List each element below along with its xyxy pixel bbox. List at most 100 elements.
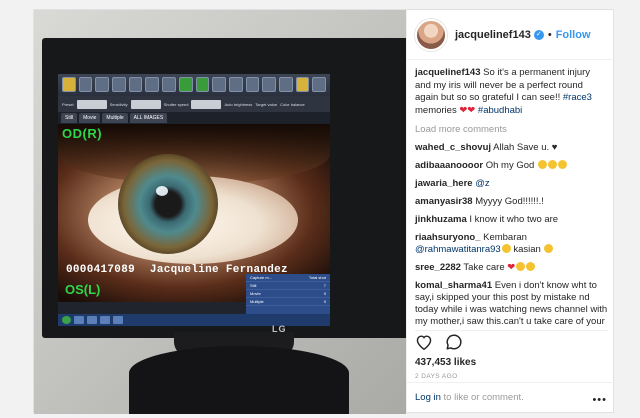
sad-emoji-icon bbox=[501, 244, 511, 253]
comment-username[interactable]: jawaria_here bbox=[415, 178, 473, 189]
hashtag-link[interactable]: #abudhabi bbox=[478, 105, 522, 116]
target-value-label: Target value bbox=[255, 101, 278, 107]
load-more-comments[interactable]: Load more comments bbox=[415, 124, 608, 135]
separator-dot: • bbox=[547, 28, 552, 41]
glare bbox=[156, 186, 168, 196]
heart-icon bbox=[416, 335, 432, 351]
comment-text: kasian bbox=[510, 244, 544, 255]
comment-text: Take care bbox=[460, 262, 508, 273]
shutter-field bbox=[191, 99, 222, 109]
caption-text: memories bbox=[415, 104, 460, 116]
comment: amanyasir38 Myyyy God!!!!!!.! bbox=[415, 196, 608, 208]
od-label: OD(R) bbox=[62, 126, 103, 141]
comment: sree_2282 Take care ❤ bbox=[415, 262, 608, 274]
windows-taskbar bbox=[58, 314, 330, 326]
heart-emoji-icon: ❤❤ bbox=[459, 104, 476, 116]
zoom-out-icon bbox=[262, 77, 276, 92]
taskbar-app-icon bbox=[100, 316, 110, 324]
post-photo[interactable]: Preset Sensitivity Shutter speed Auto br… bbox=[34, 10, 406, 414]
tab-movie: Movie bbox=[79, 113, 101, 123]
comment-username[interactable]: komal_sharma41 bbox=[415, 280, 492, 291]
login-prompt: Log in to like or comment. bbox=[407, 382, 616, 414]
comment-username[interactable]: wahed_c_shovuj bbox=[415, 142, 491, 153]
rotate-icon bbox=[212, 77, 226, 92]
comment-text: Allah Save u. ♥ bbox=[491, 142, 558, 153]
crying-emoji-icon bbox=[547, 160, 557, 169]
post-header: jacquelinef143 ✓ • Follow bbox=[407, 10, 615, 60]
post-frame: Preset Sensitivity Shutter speed Auto br… bbox=[33, 9, 616, 414]
start-icon bbox=[62, 316, 71, 324]
auto-brightness-label: Auto brightness bbox=[224, 101, 253, 107]
taskbar-app-icon bbox=[87, 316, 97, 324]
crying-emoji-icon bbox=[526, 262, 536, 271]
hashtag-link[interactable]: #race3 bbox=[563, 92, 592, 103]
like-button[interactable] bbox=[415, 334, 433, 355]
image-tabs: Still Movie Multiple ALL IMAGES bbox=[58, 112, 330, 124]
tab-all-images: ALL IMAGES bbox=[129, 113, 168, 123]
save-icon bbox=[112, 77, 126, 92]
crying-emoji-icon bbox=[557, 160, 567, 169]
comments-list[interactable]: jacquelinef143 So it's a permanent injur… bbox=[407, 61, 616, 329]
taskbar-app-icon bbox=[113, 316, 123, 324]
comment-username[interactable]: jinkhuzama bbox=[415, 214, 467, 225]
preset-label: Preset bbox=[62, 101, 74, 107]
verified-icon: ✓ bbox=[533, 29, 544, 40]
comment-username[interactable]: sree_2282 bbox=[415, 262, 461, 273]
tab-still: Still bbox=[61, 113, 78, 123]
comment: jinkhuzama I know it who two are bbox=[415, 214, 608, 226]
caption-username[interactable]: jacquelinef143 bbox=[415, 67, 480, 78]
monitor-base bbox=[129, 346, 349, 414]
avatar[interactable] bbox=[415, 18, 447, 51]
comment-text: I know it who two are bbox=[466, 214, 559, 225]
sad-emoji-icon bbox=[544, 244, 554, 253]
header-username[interactable]: jacquelinef143 bbox=[455, 29, 531, 41]
comment-username[interactable]: amanyasir38 bbox=[415, 196, 473, 207]
grid-icon bbox=[278, 77, 293, 92]
crying-emoji-icon bbox=[516, 262, 526, 271]
color-balance-label: Color balance bbox=[280, 101, 305, 107]
post-timestamp: 2 DAYS AGO bbox=[415, 373, 458, 380]
comment: jawaria_here @z bbox=[415, 178, 608, 190]
print-icon bbox=[78, 77, 93, 92]
preset-field bbox=[76, 99, 107, 109]
likes-count[interactable]: 437,453 likes bbox=[415, 357, 476, 368]
sensitivity-label: Sensitivity bbox=[109, 101, 128, 107]
comment: riaahsuryono_ Kembaran @rahmawatitanra93… bbox=[415, 232, 608, 256]
capture-panel: Capture m... Total shot Still 7 Movie 0 … bbox=[246, 274, 330, 314]
follow-button[interactable]: Follow bbox=[556, 29, 591, 41]
more-options-icon[interactable]: ••• bbox=[592, 394, 607, 406]
monitor: Preset Sensitivity Shutter speed Auto br… bbox=[42, 38, 406, 338]
monitor-screen: Preset Sensitivity Shutter speed Auto br… bbox=[58, 74, 330, 326]
heart-emoji-icon: ❤ bbox=[507, 262, 516, 273]
comment-icon bbox=[446, 334, 462, 350]
post-actions bbox=[415, 330, 608, 354]
post-sidebar: jacquelinef143 ✓ • Follow jacquelinef143… bbox=[406, 10, 616, 414]
comment-text: Oh my God bbox=[483, 160, 537, 171]
crying-emoji-icon bbox=[537, 160, 547, 169]
sensitivity-field bbox=[130, 99, 161, 109]
arrow-left-icon bbox=[178, 77, 193, 92]
settings-icon bbox=[312, 77, 326, 92]
iris bbox=[118, 154, 218, 254]
comment: komal_sharma41 Even i don't know wht to … bbox=[415, 280, 608, 329]
capture-header: Capture m... Total shot bbox=[246, 274, 330, 282]
login-text: to like or comment. bbox=[440, 392, 524, 403]
login-link[interactable]: Log in bbox=[415, 392, 441, 403]
patient-id: 0000417089 bbox=[66, 264, 136, 276]
capture-row: Movie 0 bbox=[246, 290, 330, 298]
folder-icon bbox=[62, 77, 76, 92]
export-icon bbox=[95, 77, 110, 92]
mention-link[interactable]: @rahmawatitanra93 bbox=[415, 244, 501, 255]
comment-username[interactable]: adibaaanoooor bbox=[415, 160, 483, 171]
shutter-label: Shutter speed bbox=[163, 101, 189, 107]
software-toolbar bbox=[58, 74, 330, 96]
tab-multiple: Multiple bbox=[102, 113, 128, 123]
zoom-in-icon bbox=[245, 77, 260, 92]
comment: adibaaanoooor Oh my God bbox=[415, 160, 608, 172]
arrow-right-icon bbox=[195, 77, 210, 92]
capture-row: Multiple 0 bbox=[246, 298, 330, 306]
comment-button[interactable] bbox=[445, 333, 463, 356]
capture-row: Still 7 bbox=[246, 282, 330, 290]
mention-link[interactable]: @z bbox=[475, 178, 489, 189]
comment-username[interactable]: riaahsuryono_ bbox=[415, 232, 480, 243]
